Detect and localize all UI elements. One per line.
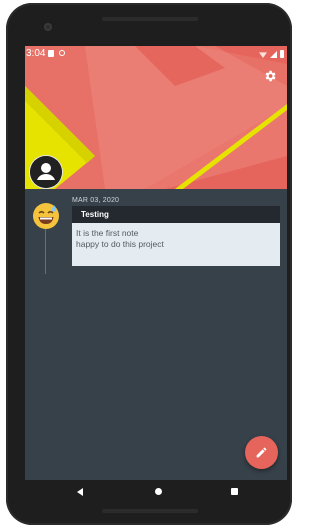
status-notification-icons	[48, 50, 65, 57]
new-note-button[interactable]	[245, 436, 278, 469]
system-navigation-bar	[25, 480, 287, 504]
signal-icon	[270, 51, 277, 58]
recents-square-icon[interactable]	[231, 488, 238, 495]
phone-frame: 3:04 MAR 03, 2020 Testing It is the firs…	[6, 3, 292, 525]
smiling-sweat-emoji-icon	[33, 203, 59, 229]
header-background-art	[25, 46, 287, 189]
settings-button[interactable]	[263, 69, 277, 83]
profile-avatar[interactable]	[30, 156, 62, 188]
note-title: Testing	[72, 206, 280, 223]
status-system-icons	[259, 50, 284, 58]
pencil-icon	[256, 447, 267, 458]
note-emoji-avatar	[32, 202, 60, 230]
battery-icon	[280, 50, 284, 58]
sync-icon	[59, 50, 65, 56]
note-card[interactable]: Testing It is the first note happy to do…	[72, 206, 280, 266]
note-date: MAR 03, 2020	[72, 197, 120, 204]
header-banner: 3:04	[25, 46, 287, 189]
status-time: 3:04	[26, 48, 46, 59]
note-body: It is the first note happy to do this pr…	[72, 223, 280, 266]
note-body-line: happy to do this project	[76, 239, 164, 249]
person-icon	[30, 156, 62, 188]
note-body-line: It is the first note	[76, 228, 139, 238]
sim-card-icon	[48, 50, 54, 57]
bottom-speaker	[102, 509, 198, 513]
home-circle-icon[interactable]	[155, 488, 162, 495]
gear-icon	[265, 70, 276, 82]
back-triangle-icon[interactable]	[77, 488, 83, 496]
app-screen: 3:04 MAR 03, 2020 Testing It is the firs…	[25, 46, 287, 480]
top-speaker	[102, 17, 198, 21]
wifi-icon	[259, 52, 267, 58]
status-bar: 3:04	[25, 46, 287, 62]
front-camera	[44, 23, 52, 31]
